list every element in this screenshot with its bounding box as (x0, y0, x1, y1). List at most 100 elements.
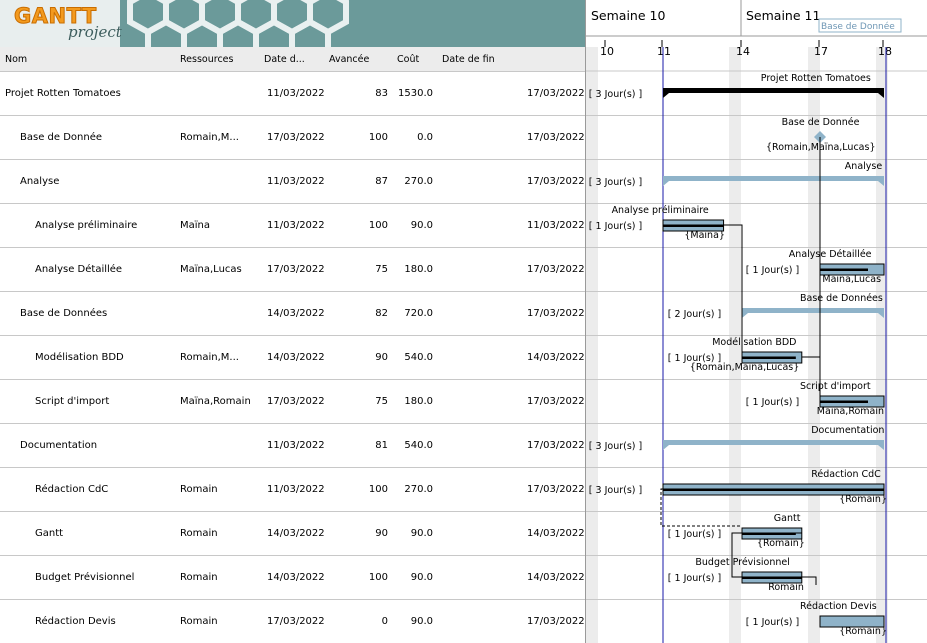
task-row[interactable]: Rédaction CdC Romain 11/03/2022 100 270.0 17/… (0, 468, 585, 512)
task-start-date-cell: 17/03/2022 (267, 264, 325, 275)
task-end-date-cell: 17/03/2022 (527, 132, 585, 143)
task-name-cell: Analyse (20, 176, 60, 187)
bar-top-label: Base de Donnée (782, 117, 860, 128)
task-row[interactable]: Rédaction Devis Romain 17/03/2022 0 90.0 17/0… (0, 600, 585, 643)
bar-top-label: Projet Rotten Tomatoes (761, 73, 871, 84)
task-start-date-cell: 17/03/2022 (267, 132, 325, 143)
group-bar (663, 440, 884, 445)
bar-top-label: Analyse préliminaire (612, 205, 709, 216)
column-header-start-date[interactable]: Date d... (264, 54, 305, 65)
task-name-cell: Rédaction CdC (35, 484, 109, 495)
bar-duration-label: [ 1 Jour(s) ] (668, 353, 721, 364)
bar-duration-label: [ 3 Jour(s) ] (589, 89, 642, 100)
task-start-date-cell: 14/03/2022 (267, 308, 325, 319)
bar-duration-label: [ 1 Jour(s) ] (668, 529, 721, 540)
task-name-cell: Base de Donnée (20, 132, 103, 143)
bar-top-label: Rédaction CdC (811, 469, 881, 480)
table-header: Nom Ressources Date d... Avancée Coût Da… (0, 47, 585, 72)
task-cost-cell: 720.0 (404, 308, 433, 319)
task-cost-cell: 540.0 (404, 440, 433, 451)
task-start-date-cell: 14/03/2022 (267, 528, 325, 539)
task-table-panel: GANTT project Nom Ressources Date d... A… (0, 0, 585, 643)
column-header-progress[interactable]: Avancée (329, 54, 369, 65)
task-name-cell: Modélisation BDD (35, 352, 124, 363)
task-progress-cell: 82 (375, 308, 388, 319)
task-cost-cell: 270.0 (404, 484, 433, 495)
task-start-date-cell: 14/03/2022 (267, 572, 325, 583)
task-name-cell: Script d'import (35, 396, 110, 407)
task-row[interactable]: Gantt Romain 14/03/2022 90 90.0 14/03/2022 (0, 512, 585, 556)
task-row[interactable]: Modélisation BDD Romain,M... 14/03/2022 90 5… (0, 336, 585, 380)
task-cost-cell: 540.0 (404, 352, 433, 363)
bar-top-label: Rédaction Devis (800, 601, 877, 612)
bar-duration-label: [ 3 Jour(s) ] (589, 485, 642, 496)
bar-bottom-label: Maïna,Romain (817, 406, 884, 417)
task-end-date-cell: 17/03/2022 (527, 88, 585, 99)
task-start-date-cell: 11/03/2022 (267, 484, 325, 495)
column-header-resources[interactable]: Ressources (180, 54, 233, 65)
day-label: 18 (878, 45, 892, 58)
task-cost-cell: 90.0 (410, 220, 433, 231)
task-progress-cell: 87 (375, 176, 388, 187)
bar-top-label: Base de Données (800, 293, 883, 304)
task-progress-cell: 100 (368, 572, 388, 583)
column-header-cost[interactable]: Coût (397, 54, 419, 65)
group-bar (663, 176, 884, 181)
task-start-date-cell: 11/03/2022 (267, 440, 325, 451)
task-end-date-cell: 17/03/2022 (527, 176, 585, 187)
task-name-cell: Analyse préliminaire (35, 220, 138, 231)
task-row[interactable]: Analyse préliminaire Maïna 11/03/2022 100 90… (0, 204, 585, 248)
task-end-date-cell: 17/03/2022 (527, 264, 585, 275)
task-resources-cell: Romain (180, 528, 218, 539)
group-bar-start-cap (742, 313, 748, 318)
task-name-cell: Budget Prévisionnel (35, 572, 135, 583)
column-header-name[interactable]: Nom (5, 54, 27, 65)
task-row[interactable]: Script d'import Maïna,Romain 17/03/2022 75 1… (0, 380, 585, 424)
task-row[interactable]: Projet Rotten Tomatoes 11/03/2022 83 1530.0… (0, 72, 585, 116)
bar-duration-label: [ 1 Jour(s) ] (668, 573, 721, 584)
bar-duration-label: [ 1 Jour(s) ] (746, 617, 799, 628)
day-label: 11 (657, 45, 671, 58)
task-resources-cell: Romain (180, 616, 218, 627)
task-cost-cell: 90.0 (410, 572, 433, 583)
bar-duration-label: [ 3 Jour(s) ] (589, 441, 642, 452)
bar-bottom-label: {Romain} (839, 626, 887, 637)
task-name-cell: Gantt (35, 528, 64, 539)
column-header-end-date[interactable]: Date de fin (442, 54, 495, 65)
task-end-date-cell: 14/03/2022 (527, 572, 585, 583)
task-progress-cell: 90 (375, 352, 388, 363)
task-resources-cell: Maïna,Romain (180, 396, 251, 407)
task-end-date-cell: 17/03/2022 (527, 396, 585, 407)
task-rows: Projet Rotten Tomatoes 11/03/2022 83 1530.0… (0, 72, 585, 643)
task-progress-cell: 100 (368, 220, 388, 231)
task-progress-line (820, 268, 868, 271)
task-end-date-cell: 17/03/2022 (527, 616, 585, 627)
task-row[interactable]: Documentation 11/03/2022 81 540.0 17/03/2022 (0, 424, 585, 468)
bar-duration-label: [ 1 Jour(s) ] (746, 265, 799, 276)
task-row[interactable]: Base de Donnée Romain,M... 17/03/2022 100 0.… (0, 116, 585, 160)
day-label: 17 (814, 45, 828, 58)
task-end-date-cell: 11/03/2022 (527, 220, 585, 231)
bar-bottom-label: {Romain} (839, 494, 887, 505)
task-start-date-cell: 11/03/2022 (267, 88, 325, 99)
week-label: Semaine 11 (746, 8, 820, 23)
task-row[interactable]: Base de Données 14/03/2022 82 720.0 17/03/20… (0, 292, 585, 336)
task-progress-line (820, 400, 868, 403)
task-name-cell: Base de Données (20, 308, 108, 319)
bar-duration-label: [ 1 Jour(s) ] (746, 397, 799, 408)
task-resources-cell: Romain (180, 572, 218, 583)
task-cost-cell: 1530.0 (398, 88, 433, 99)
task-row[interactable]: Analyse 11/03/2022 87 270.0 17/03/2022 (0, 160, 585, 204)
bar-top-label: Analyse Détaillée (789, 249, 872, 260)
bar-bottom-label: Romain (768, 582, 804, 593)
task-progress-cell: 100 (368, 484, 388, 495)
task-row[interactable]: Analyse Détaillée Maïna,Lucas 17/03/2022 75… (0, 248, 585, 292)
task-cost-cell: 0.0 (417, 132, 433, 143)
bar-bottom-label: {Maïna} (684, 230, 725, 241)
task-resources-cell: Maïna (180, 220, 210, 231)
task-name-cell: Projet Rotten Tomatoes (5, 88, 121, 99)
task-row[interactable]: Budget Prévisionnel Romain 14/03/2022 100 90… (0, 556, 585, 600)
group-bar (742, 308, 884, 313)
task-end-date-cell: 17/03/2022 (527, 440, 585, 451)
task-cost-cell: 180.0 (404, 264, 433, 275)
